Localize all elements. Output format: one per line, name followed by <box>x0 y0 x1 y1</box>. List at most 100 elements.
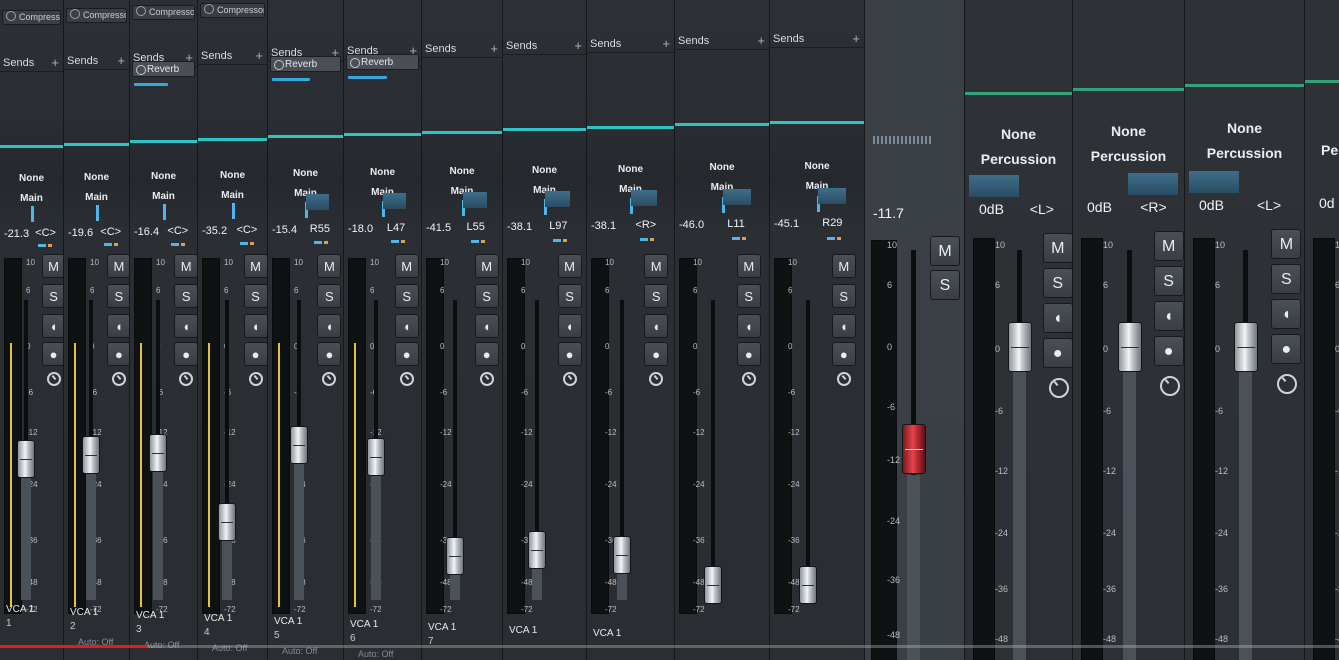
solo-button[interactable]: S <box>106 284 129 308</box>
pan-indicator[interactable] <box>232 203 235 220</box>
pan-bar[interactable] <box>383 193 407 210</box>
record-button[interactable]: ● <box>474 342 499 366</box>
mute-button[interactable]: M <box>736 254 761 278</box>
add-send-icon[interactable]: + <box>51 54 59 72</box>
bus-record-button[interactable]: ● <box>1153 336 1184 366</box>
vca-assignment[interactable]: VCA 1 <box>274 616 302 627</box>
solo-button[interactable]: S <box>736 284 761 308</box>
vca-assignment[interactable]: VCA 1 <box>428 622 456 633</box>
fader-track[interactable] <box>806 300 811 600</box>
fader-handle[interactable] <box>289 426 308 464</box>
bus-monitor-button[interactable]: ◖ <box>1271 299 1302 329</box>
fader-handle[interactable] <box>527 531 546 569</box>
pan-bar[interactable] <box>817 188 846 205</box>
input-gain-knob[interactable] <box>399 372 414 386</box>
vca-assignment[interactable]: VCA 1 <box>204 613 232 624</box>
solo-button[interactable]: S <box>474 284 499 308</box>
add-send-icon[interactable]: + <box>757 32 765 50</box>
bus-solo-button[interactable]: S <box>1271 264 1302 294</box>
bus-gain-knob[interactable] <box>1048 378 1069 398</box>
input-gain-knob[interactable] <box>179 372 194 386</box>
input-gain-knob[interactable] <box>649 372 664 386</box>
input-gain-knob[interactable] <box>46 372 61 386</box>
mute-button[interactable]: M <box>106 254 129 278</box>
monitor-button[interactable]: ◖ <box>174 314 197 338</box>
vca-assignment[interactable]: VCA 1 <box>350 619 378 630</box>
pan-indicator[interactable] <box>96 205 99 222</box>
send-level-bar[interactable] <box>272 78 310 81</box>
record-button[interactable]: ● <box>644 342 669 366</box>
fader-handle[interactable] <box>704 566 723 604</box>
mute-button[interactable]: M <box>317 254 342 278</box>
input-gain-knob[interactable] <box>836 372 851 386</box>
solo-button[interactable]: S <box>557 284 582 308</box>
record-button[interactable]: ● <box>317 342 342 366</box>
bus-pan-bar[interactable] <box>969 175 1019 197</box>
fader-handle[interactable] <box>445 537 464 575</box>
input-gain-knob[interactable] <box>562 372 577 386</box>
mute-button[interactable]: M <box>41 254 63 278</box>
record-button[interactable]: ● <box>736 342 761 366</box>
monitor-button[interactable]: ◖ <box>557 314 582 338</box>
insert-power-icon[interactable] <box>6 11 16 21</box>
solo-button[interactable]: S <box>831 284 856 308</box>
input-gain-knob[interactable] <box>111 372 126 386</box>
bus-monitor-button[interactable]: ◖ <box>1042 303 1072 333</box>
add-send-icon[interactable]: + <box>662 35 670 53</box>
pan-bar[interactable] <box>545 191 571 208</box>
send-level-bar[interactable] <box>134 83 168 86</box>
mute-button[interactable]: M <box>644 254 669 278</box>
bus-fader-handle[interactable] <box>1007 322 1032 372</box>
send-slot[interactable]: Reverb <box>270 56 341 72</box>
fader-handle[interactable] <box>148 434 167 472</box>
input-gain-knob[interactable] <box>322 372 337 386</box>
pan-bar[interactable] <box>631 190 658 207</box>
send-level-bar[interactable] <box>348 76 387 79</box>
solo-button[interactable]: S <box>243 284 267 308</box>
add-send-icon[interactable]: + <box>490 40 498 58</box>
insert-power-icon[interactable] <box>70 9 80 19</box>
send-power-icon[interactable] <box>136 65 146 75</box>
bus-solo-button[interactable]: S <box>1042 268 1072 298</box>
record-button[interactable]: ● <box>106 342 129 366</box>
mute-button[interactable]: M <box>831 254 856 278</box>
fader-track[interactable] <box>711 300 716 600</box>
input-gain-knob[interactable] <box>479 372 494 386</box>
bus-pan-bar[interactable] <box>1189 171 1239 193</box>
vca-assignment[interactable]: VCA 1 <box>6 604 34 615</box>
insert-slot[interactable]: Compressor <box>2 10 61 25</box>
pan-bar[interactable] <box>462 192 487 209</box>
vca-assignment[interactable]: VCA 1 <box>593 628 621 639</box>
monitor-button[interactable]: ◖ <box>41 314 63 338</box>
mute-button[interactable]: M <box>474 254 499 278</box>
input-gain-knob[interactable] <box>248 372 263 386</box>
fader-handle[interactable] <box>799 566 818 604</box>
record-button[interactable]: ● <box>831 342 856 366</box>
bus-pan-bar[interactable] <box>1128 173 1178 195</box>
pan-indicator[interactable] <box>163 204 166 220</box>
monitor-button[interactable]: ◖ <box>394 314 419 338</box>
solo-button[interactable]: S <box>317 284 342 308</box>
vca-assignment[interactable]: VCA 1 <box>136 610 164 621</box>
record-button[interactable]: ● <box>41 342 63 366</box>
video-progress-bar[interactable] <box>0 645 1339 648</box>
bus-gain-knob[interactable] <box>1277 374 1298 394</box>
vca-solo-button[interactable]: S <box>930 270 960 300</box>
bus-gain-knob[interactable] <box>1159 376 1180 396</box>
input-gain-knob[interactable] <box>741 372 756 386</box>
bus-fader-handle[interactable] <box>1117 322 1142 372</box>
send-power-icon[interactable] <box>350 58 360 68</box>
pan-indicator[interactable] <box>31 206 34 222</box>
insert-slot[interactable]: Compressor <box>66 8 127 23</box>
add-send-icon[interactable]: + <box>117 52 125 70</box>
bus-record-button[interactable]: ● <box>1042 338 1072 368</box>
fader-handle[interactable] <box>17 440 36 478</box>
mute-button[interactable]: M <box>174 254 197 278</box>
vca-mute-button[interactable]: M <box>930 236 960 266</box>
bus-mute-button[interactable]: M <box>1042 233 1072 263</box>
insert-slot[interactable]: Compressor <box>200 3 265 18</box>
add-send-icon[interactable]: + <box>255 47 263 65</box>
monitor-button[interactable]: ◖ <box>644 314 669 338</box>
bus-record-button[interactable]: ● <box>1271 334 1302 364</box>
solo-button[interactable]: S <box>41 284 63 308</box>
